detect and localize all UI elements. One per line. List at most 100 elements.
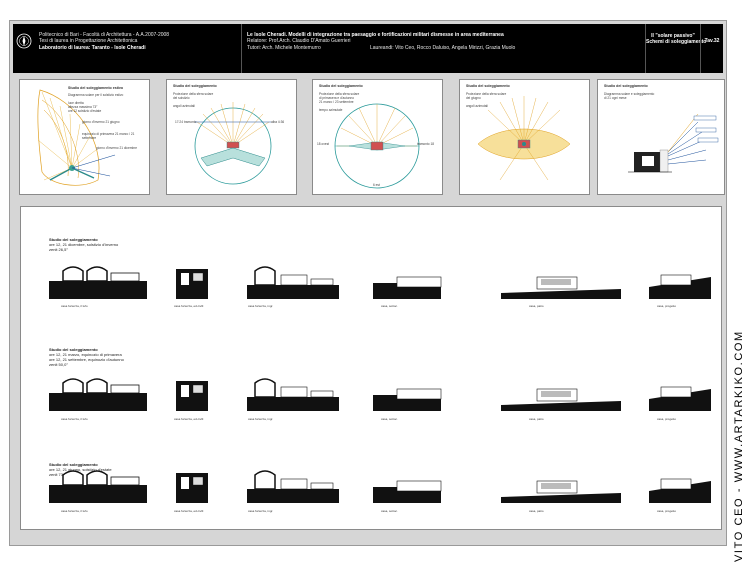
- section-ground-mass: [49, 485, 147, 503]
- section-room: [396, 276, 442, 288]
- section-caption: casa, progetto: [657, 417, 677, 421]
- section-arch: [254, 378, 276, 398]
- table-code: Tav.32: [704, 38, 720, 44]
- panel-label: 18 ovest: [317, 142, 330, 146]
- title-block: Politecnico di Bari - Facoltà di Archite…: [13, 24, 723, 73]
- table-title-cell: Il "solare passivo" Schemi di soleggiame…: [645, 24, 707, 73]
- section-room: [280, 386, 308, 398]
- section-arch: [254, 266, 276, 286]
- institution-cell: Politecnico di Bari - Facoltà di Archite…: [35, 24, 241, 73]
- section-room: [192, 476, 204, 486]
- panel-note: di 21 ogni mese: [604, 96, 627, 100]
- section-room: [660, 478, 692, 490]
- section-room: [110, 476, 140, 486]
- panel-label: 17:24 tramonto: [175, 120, 197, 124]
- thesis-cell: Le Isole Cheradi. Modelli di integrazion…: [241, 24, 645, 73]
- section-arch: [62, 470, 84, 486]
- section-room: [310, 278, 334, 286]
- section-caption: casa fortezza, ed.civili: [174, 304, 204, 308]
- section-caption: casa, sottoc.: [381, 509, 398, 513]
- panel-note: angoli azimutali: [173, 104, 195, 108]
- section-ground-mass: [49, 281, 147, 299]
- panel-title: Studio del soleggiamento: [319, 84, 363, 88]
- panel-solar-projection-summer: Studio del soleggiamento Proiezione dell…: [459, 79, 590, 195]
- section-room: [660, 386, 692, 398]
- section-caption: casa fortezza, ingr.: [248, 417, 274, 421]
- section-caption: casa, patio: [529, 509, 544, 513]
- panel-solar-projection-equinox: Studio del soleggiamento Proiezione dell…: [312, 79, 443, 195]
- section-caption: casa fortezza, il tufo: [61, 304, 88, 308]
- section-caption: casa, patio: [529, 417, 544, 421]
- sections-panel: Studio del soleggiamento ore 12, 21 dice…: [20, 206, 722, 530]
- section-room: [192, 272, 204, 282]
- section-caption: casa fortezza, ed.civili: [174, 417, 204, 421]
- panel-title: Studio del soleggiamento estivo: [68, 86, 124, 90]
- building-sections-drawing: [49, 266, 711, 503]
- panel-label: 6 est: [373, 183, 380, 187]
- section-room-shade: [541, 279, 571, 285]
- author-watermark: VITO CEO - WWW.ARTARKIKO.COM: [733, 330, 745, 562]
- panel-note: Diagramma solare per il solstizio estivo: [68, 93, 124, 97]
- drawing-sheet: Politecnico di Bari - Facoltà di Archite…: [9, 20, 727, 546]
- section-room: [310, 482, 334, 490]
- header-left-line: Laboratorio di laurea: Taranto - Isole C…: [39, 44, 146, 51]
- section-caption: casa fortezza, il tufo: [61, 417, 88, 421]
- section-caption: casa, patio: [529, 304, 544, 308]
- panel-title: Studio del soleggiamento: [173, 84, 217, 88]
- students-line: Laureandi: Vito Ceo, Rocco Daluiso, Ange…: [370, 44, 516, 51]
- panel-title: Studio del soleggiamento: [466, 84, 510, 88]
- section-arch: [62, 378, 84, 394]
- section-room: [310, 390, 334, 398]
- section-arch: [86, 266, 108, 282]
- panel-note: ore 12 solstizio d'estate: [68, 109, 102, 113]
- section-caption: casa fortezza, ed.civili: [174, 509, 204, 513]
- section-ground-mass: [247, 285, 339, 299]
- panel-note: del solstizio: [173, 96, 190, 100]
- section-room: [280, 274, 308, 286]
- section-ground-mass: [247, 397, 339, 411]
- section-room: [396, 388, 442, 400]
- section-room: [192, 384, 204, 394]
- section-window: [181, 385, 189, 397]
- panel-section-solar-rays: Studio del soleggiamento Diagramma solar…: [597, 79, 725, 195]
- section-ground-mass: [49, 393, 147, 411]
- section-terrain: [501, 493, 621, 503]
- section-ground-mass: [247, 489, 339, 503]
- section-terrain: [501, 401, 621, 411]
- section-caption: casa, progetto: [657, 509, 677, 513]
- panel-solar-projection-solstice: Studio del soleggiamento Proiezione dell…: [166, 79, 297, 195]
- section-window: [181, 273, 189, 285]
- section-room: [110, 272, 140, 282]
- panel-label: giorno d'inverno 21 dicembre: [96, 146, 138, 150]
- panel-label: alba 4:36: [271, 120, 285, 124]
- section-room: [280, 478, 308, 490]
- section-arch: [254, 470, 276, 490]
- section-caption: casa fortezza, il tufo: [61, 509, 88, 513]
- section-terrain: [501, 289, 621, 299]
- section-caption: casa, progetto: [657, 304, 677, 308]
- section-caption: casa, sottoc.: [381, 417, 398, 421]
- section-room: [660, 274, 692, 286]
- section-caption: casa fortezza, ingr.: [248, 509, 274, 513]
- panel-title: Studio del soleggiamento: [604, 84, 648, 88]
- section-room: [110, 384, 140, 394]
- panel-label: tramonto 18: [417, 142, 435, 146]
- section-arch: [62, 266, 84, 282]
- panel-note: angoli azimutali: [466, 104, 488, 108]
- university-logo-cell: [13, 24, 35, 73]
- university-seal-icon: [16, 33, 32, 49]
- panel-note: del giugno: [466, 96, 481, 100]
- section-caption: casa, sottoc.: [381, 304, 398, 308]
- panel-solar-diagram-summer: Studio del soleggiamento estivo Diagramm…: [19, 79, 150, 195]
- section-room: [396, 480, 442, 492]
- panel-note: tempo azimutale: [319, 108, 343, 112]
- section-window: [181, 477, 189, 489]
- panel-label: equinozio di primavera 21 marzo / 21 set…: [82, 132, 135, 140]
- section-room-shade: [541, 391, 571, 397]
- section-room-shade: [541, 483, 571, 489]
- table-number-cell: Tav.32: [700, 24, 723, 73]
- section-caption: casa fortezza, ingr.: [248, 304, 274, 308]
- panel-label: giorno d'inverno 21 giugno: [82, 120, 120, 124]
- panel-note: 21 marzo / 23 settembre: [319, 100, 354, 104]
- table-subtitle: Schemi di soleggiamento: [646, 39, 707, 46]
